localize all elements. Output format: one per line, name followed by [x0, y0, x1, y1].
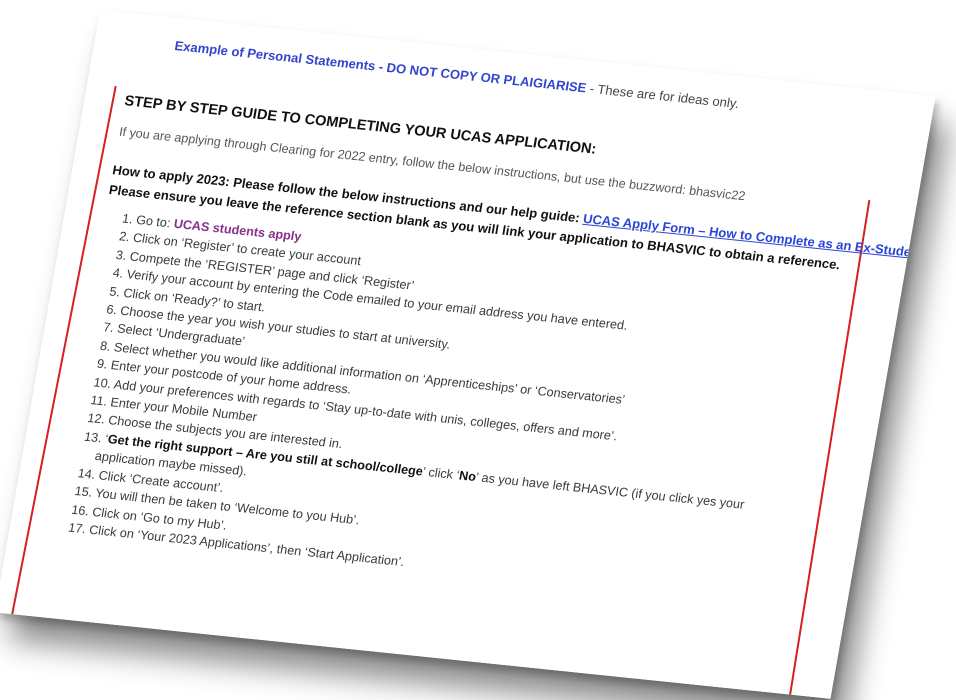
document-page: Example of Personal Statements - DO NOT …: [0, 10, 936, 699]
top-note: Example of Personal Statements - DO NOT …: [174, 38, 741, 111]
personal-statements-link[interactable]: Example of Personal Statements - DO NOT …: [174, 38, 588, 95]
steps-list: 1. Go to: UCAS students apply 2. Click o…: [67, 210, 784, 605]
guide-heading: STEP BY STEP GUIDE TO COMPLETING YOUR UC…: [123, 93, 598, 158]
top-note-suffix: - These are for ideas only.: [585, 80, 741, 112]
photo-stage: Example of Personal Statements - DO NOT …: [0, 0, 956, 700]
right-margin-red-line: [789, 200, 871, 695]
step-13-start: 13. ‘: [83, 429, 110, 446]
step-13-mid: ’ click ‘: [421, 464, 461, 483]
